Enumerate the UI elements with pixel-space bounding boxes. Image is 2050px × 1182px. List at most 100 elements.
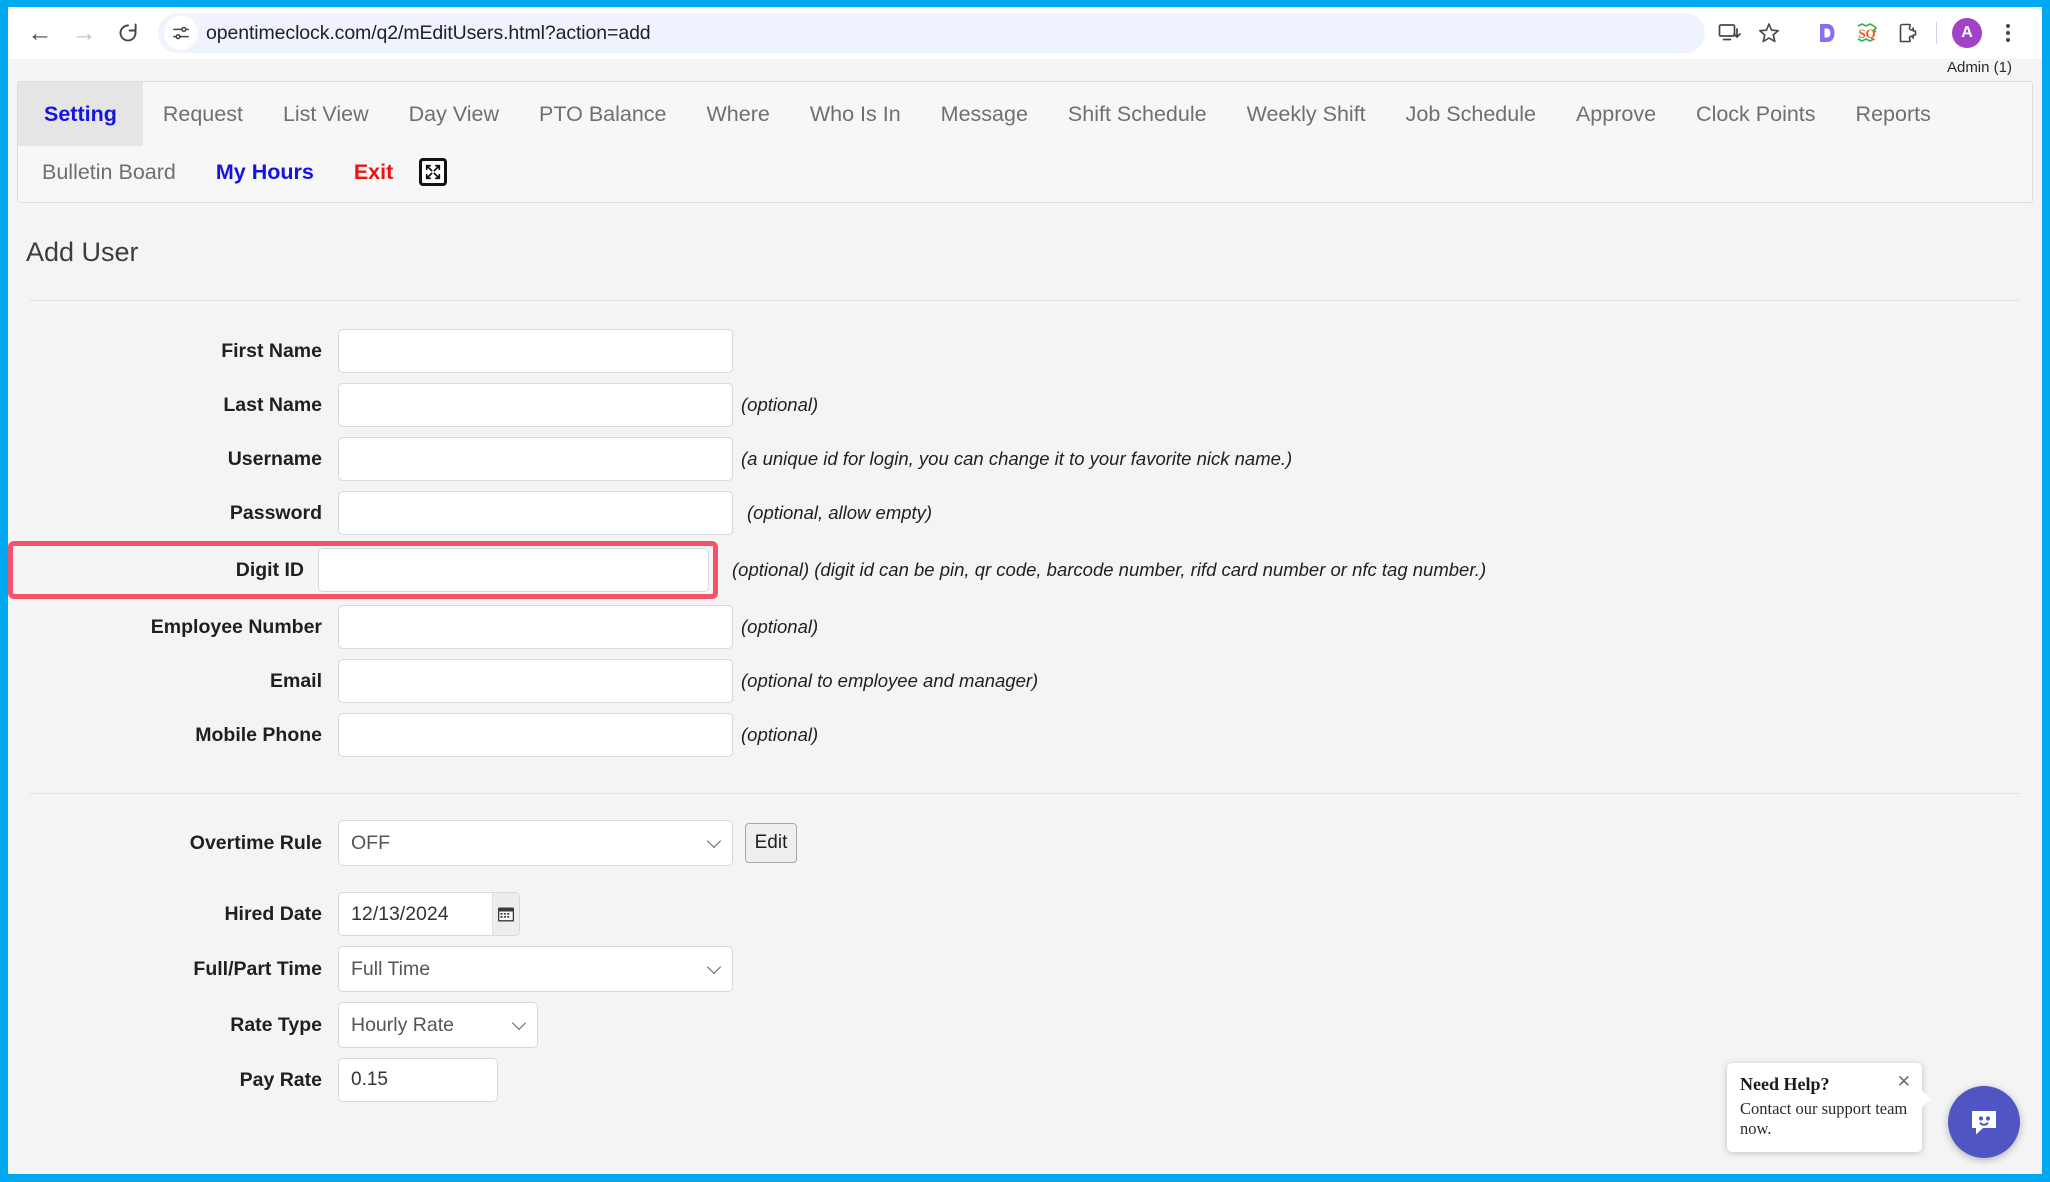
form-row-rate-type: Rate Type Hourly Rate <box>8 1002 2042 1048</box>
overtime-rule-select[interactable]: OFF <box>338 820 733 866</box>
last-name-hint: (optional) <box>741 394 819 415</box>
nav-tab-setting[interactable]: Setting <box>18 82 143 146</box>
overtime-rule-edit-button[interactable]: Edit <box>745 823 797 863</box>
form-row-digit-id: Digit ID (optional) (digit id can be pin… <box>8 541 2042 599</box>
nav-subtab-bulletin-board[interactable]: Bulletin Board <box>22 160 196 185</box>
nav-tab-weekly-shift[interactable]: Weekly Shift <box>1227 82 1386 146</box>
chat-bubble-icon <box>1972 1111 1996 1135</box>
employee-number-input[interactable] <box>338 605 733 649</box>
web-page: Admin (1) Setting Request List View Day … <box>8 59 2042 1174</box>
username-input[interactable] <box>338 437 733 481</box>
mobile-phone-label: Mobile Phone <box>195 723 322 746</box>
form-row-last-name: Last Name (optional) <box>8 383 2042 427</box>
install-app-icon[interactable] <box>1709 13 1749 53</box>
form-row-password: Password (optional, allow empty) <box>8 491 2042 535</box>
rate-type-select[interactable]: Hourly Rate <box>338 1002 538 1048</box>
nav-primary-row: Setting Request List View Day View PTO B… <box>18 82 2032 146</box>
nav-subtab-my-hours[interactable]: My Hours <box>196 160 334 185</box>
bookmark-star-icon[interactable] <box>1749 13 1789 53</box>
hired-date-label: Hired Date <box>224 902 322 925</box>
overtime-rule-label: Overtime Rule <box>189 831 322 854</box>
content-area: Add User First Name Last Name (optional)… <box>8 209 2042 1174</box>
password-input[interactable] <box>338 491 733 535</box>
address-bar[interactable]: opentimeclock.com/q2/mEditUsers.html?act… <box>158 13 1705 53</box>
digit-id-hint: (optional) (digit id can be pin, qr code… <box>732 559 1487 580</box>
calendar-icon[interactable] <box>491 893 519 935</box>
employee-number-hint: (optional) <box>741 616 819 637</box>
digit-id-input[interactable] <box>318 548 709 592</box>
back-button[interactable]: ← <box>18 11 62 55</box>
form-row-username: Username (a unique id for login, you can… <box>8 437 2042 481</box>
full-part-time-select-wrap: Full Time <box>338 946 733 992</box>
form-row-email: Email (optional to employee and manager) <box>8 659 2042 703</box>
full-part-time-select[interactable]: Full Time <box>338 946 733 992</box>
forward-button[interactable]: → <box>62 11 106 55</box>
toolbar-divider <box>1936 22 1937 44</box>
page-title: Add User <box>26 237 139 267</box>
nav-tab-request[interactable]: Request <box>143 82 263 146</box>
first-name-label: First Name <box>221 339 322 362</box>
pay-rate-label: Pay Rate <box>239 1068 322 1091</box>
kebab-menu-icon[interactable] <box>1988 13 2028 53</box>
chat-title: Need Help? <box>1740 1074 1830 1095</box>
browser-action-icons: SQ A <box>1709 13 2028 53</box>
mobile-phone-input[interactable] <box>338 713 733 757</box>
email-label: Email <box>269 669 322 692</box>
chat-subtitle: Contact our support team now. <box>1740 1099 1908 1139</box>
hired-date-input[interactable] <box>339 893 492 935</box>
digit-id-label: Digit ID <box>235 558 304 581</box>
close-icon[interactable]: ✕ <box>1897 1073 1911 1090</box>
nav-tab-pto-balance[interactable]: PTO Balance <box>519 82 686 146</box>
form-row-employee-number: Employee Number (optional) <box>8 605 2042 649</box>
username-hint: (a unique id for login, you can change i… <box>741 448 1293 469</box>
nav-tab-approve[interactable]: Approve <box>1556 82 1676 146</box>
reload-icon <box>119 23 137 42</box>
tune-site-settings-icon <box>173 26 189 40</box>
expand-fullscreen-icon[interactable] <box>419 158 448 186</box>
forward-arrow-icon: → <box>71 18 97 47</box>
nav-tab-reports[interactable]: Reports <box>1836 82 1951 146</box>
nav-tab-who-is-in[interactable]: Who Is In <box>790 82 921 146</box>
site-settings-button[interactable] <box>164 16 198 50</box>
nav-subtab-exit[interactable]: Exit <box>334 160 413 185</box>
password-hint: (optional, allow empty) <box>747 502 933 523</box>
reload-button[interactable] <box>106 11 150 55</box>
admin-label: Admin (1) <box>1946 59 2012 76</box>
last-name-input[interactable] <box>338 383 733 427</box>
first-name-input[interactable] <box>338 329 733 373</box>
nav-tab-day-view[interactable]: Day View <box>389 82 519 146</box>
nav-tab-shift-schedule[interactable]: Shift Schedule <box>1048 82 1227 146</box>
form-row-full-part-time: Full/Part Time Full Time <box>8 946 2042 992</box>
last-name-label: Last Name <box>223 393 322 416</box>
nav-tab-job-schedule[interactable]: Job Schedule <box>1386 82 1556 146</box>
avatar[interactable]: A <box>1952 18 1982 48</box>
username-label: Username <box>227 447 322 470</box>
hired-date-field[interactable] <box>338 892 520 936</box>
form-row-first-name: First Name <box>8 329 2042 373</box>
form-row-overtime-rule: Overtime Rule OFF Edit <box>8 820 2042 866</box>
back-arrow-icon: ← <box>27 18 53 47</box>
screen-capture-frame: ← → opentimeclock.com/q2/mEditUsers.html… <box>0 0 2050 1182</box>
main-navigation: Setting Request List View Day View PTO B… <box>17 81 2033 203</box>
mobile-phone-hint: (optional) <box>741 724 819 745</box>
password-label: Password <box>229 501 322 524</box>
chat-help-bubble[interactable]: ✕ Need Help? Contact our support team no… <box>1727 1063 1931 1152</box>
extension-sq-icon[interactable]: SQ <box>1847 13 1887 53</box>
email-hint: (optional to employee and manager) <box>741 670 1039 691</box>
rate-type-label: Rate Type <box>230 1013 322 1036</box>
nav-tab-where[interactable]: Where <box>687 82 790 146</box>
extension-d-icon[interactable] <box>1807 13 1847 53</box>
nav-tab-message[interactable]: Message <box>921 82 1048 146</box>
nav-tab-list-view[interactable]: List View <box>263 82 389 146</box>
pay-rate-input[interactable] <box>338 1058 498 1102</box>
form-row-hired-date: Hired Date <box>8 892 2042 936</box>
extensions-puzzle-icon[interactable] <box>1887 13 1927 53</box>
email-input[interactable] <box>338 659 733 703</box>
employee-number-label: Employee Number <box>150 615 322 638</box>
nav-secondary-row: Bulletin Board My Hours Exit <box>18 146 2032 198</box>
nav-tab-clock-points[interactable]: Clock Points <box>1676 82 1836 146</box>
rate-type-select-wrap: Hourly Rate <box>338 1002 538 1048</box>
svg-text:SQ: SQ <box>1858 26 1875 41</box>
chat-launcher-button[interactable] <box>1948 1086 2020 1158</box>
form-row-mobile-phone: Mobile Phone (optional) <box>8 713 2042 757</box>
